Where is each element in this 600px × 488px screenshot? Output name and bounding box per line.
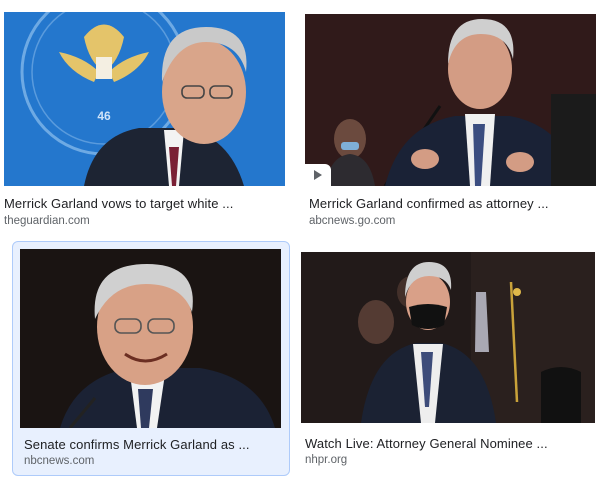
image-result-2[interactable]: Merrick Garland confirmed as attorney ..… [300,0,600,236]
result-1-thumbnail[interactable]: 46 [4,12,285,186]
result-3-source[interactable]: nbcnews.com [24,455,94,467]
result-2-title[interactable]: Merrick Garland confirmed as attorney ..… [309,196,597,211]
result-3-title[interactable]: Senate confirms Merrick Garland as ... [24,437,284,452]
result-1-source[interactable]: theguardian.com [4,215,90,227]
portrait-photo-icon [20,249,281,428]
result-2-thumbnail[interactable] [305,14,596,186]
seal-number: 46 [97,109,111,123]
portrait-photo-icon: 46 [4,12,285,186]
result-4-thumbnail[interactable] [301,252,595,423]
result-3-thumbnail[interactable] [20,249,281,428]
result-2-source[interactable]: abcnews.go.com [309,215,395,227]
result-4-source[interactable]: nhpr.org [305,454,347,466]
image-result-4[interactable]: Watch Live: Attorney General Nominee ...… [298,241,600,474]
video-thumbnail-icon [305,14,596,186]
play-icon [305,164,331,186]
image-result-3[interactable]: Senate confirms Merrick Garland as ... n… [12,241,290,476]
result-1-title[interactable]: Merrick Garland vows to target white ... [4,196,286,211]
portrait-photo-icon [301,252,595,423]
image-result-1[interactable]: 46 Merrick Garland vows to target white … [0,0,290,236]
result-4-title[interactable]: Watch Live: Attorney General Nominee ... [305,436,597,451]
